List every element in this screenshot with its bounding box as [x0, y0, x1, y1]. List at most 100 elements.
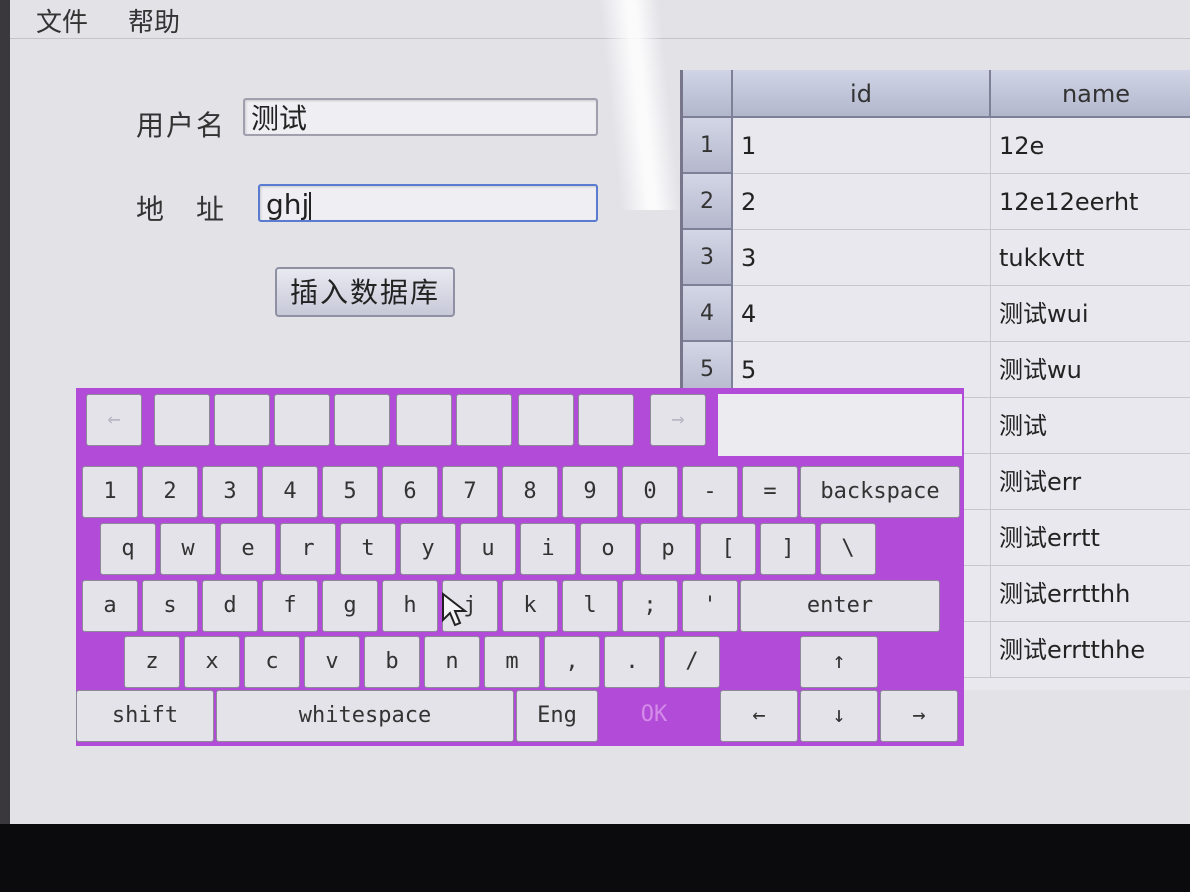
key[interactable]: , [544, 636, 600, 688]
candidate-slot[interactable] [334, 394, 390, 446]
cell-name[interactable]: 测试errtthhe [991, 622, 1190, 678]
app-window: 文件 帮助 用户名 测试 地 址 ghj 插入数据库 id name 1 1 12e… [10, 0, 1190, 824]
cell-name[interactable]: 测试err [991, 454, 1190, 510]
cell-name[interactable]: 测试errtt [991, 510, 1190, 566]
key[interactable]: r [280, 523, 336, 575]
key[interactable]: ; [622, 580, 678, 632]
key[interactable]: f [262, 580, 318, 632]
up-arrow-key[interactable]: ↑ [800, 636, 878, 688]
key[interactable]: c [244, 636, 300, 688]
whitespace-key[interactable]: whitespace [216, 690, 514, 742]
key[interactable]: 0 [622, 466, 678, 518]
candidate-slot[interactable] [396, 394, 452, 446]
cell-name[interactable]: tukkvtt [991, 230, 1190, 286]
candidate-slot[interactable] [274, 394, 330, 446]
key[interactable]: 1 [82, 466, 138, 518]
menu-file[interactable]: 文件 [36, 2, 88, 39]
key[interactable]: \ [820, 523, 876, 575]
row-header[interactable]: 3 [683, 230, 733, 286]
username-field[interactable]: 测试 [243, 98, 598, 136]
key[interactable]: n [424, 636, 480, 688]
address-field-value: ghj [266, 188, 310, 221]
mouse-pointer-icon [442, 592, 468, 627]
shift-key[interactable]: shift [76, 690, 214, 742]
key[interactable]: . [604, 636, 660, 688]
ok-key[interactable]: OK [602, 690, 706, 742]
key[interactable]: z [124, 636, 180, 688]
row-header[interactable]: 2 [683, 174, 733, 230]
candidate-slot[interactable] [518, 394, 574, 446]
key[interactable]: y [400, 523, 456, 575]
cell-name[interactable]: 测试errtthh [991, 566, 1190, 622]
keyboard-preview-area [718, 394, 962, 456]
key[interactable]: ] [760, 523, 816, 575]
address-label: 地 址 [136, 193, 227, 226]
table-corner[interactable] [683, 70, 733, 118]
key[interactable]: o [580, 523, 636, 575]
row-header[interactable]: 4 [683, 286, 733, 342]
candidate-slot[interactable] [578, 394, 634, 446]
backspace-key[interactable]: backspace [800, 466, 960, 518]
left-arrow-key[interactable]: ← [720, 690, 798, 742]
key[interactable]: 9 [562, 466, 618, 518]
cell-name[interactable]: 测试wui [991, 286, 1190, 342]
key[interactable]: 6 [382, 466, 438, 518]
column-header-id[interactable]: id [733, 70, 991, 118]
monitor-bezel [0, 0, 10, 824]
key[interactable]: 7 [442, 466, 498, 518]
key[interactable]: t [340, 523, 396, 575]
key[interactable]: ' [682, 580, 738, 632]
down-arrow-key[interactable]: ↓ [800, 690, 878, 742]
cell-id[interactable]: 1 [733, 118, 991, 174]
column-header-name[interactable]: name [991, 70, 1190, 118]
cell-id[interactable]: 2 [733, 174, 991, 230]
key[interactable]: q [100, 523, 156, 575]
candidate-slot[interactable] [214, 394, 270, 446]
key[interactable]: = [742, 466, 798, 518]
candidate-slot[interactable] [154, 394, 210, 446]
username-label: 用户名 [136, 109, 227, 142]
cell-name[interactable]: 测试 [991, 398, 1190, 454]
key[interactable]: a [82, 580, 138, 632]
virtual-keyboard: ← → 1 2 3 4 5 6 7 8 9 0- = backspace q w e r t y u i o p[] \… [76, 388, 964, 746]
key[interactable]: h [382, 580, 438, 632]
key[interactable]: [ [700, 523, 756, 575]
cell-id[interactable]: 4 [733, 286, 991, 342]
key[interactable]: v [304, 636, 360, 688]
key[interactable]: u [460, 523, 516, 575]
key[interactable]: w [160, 523, 216, 575]
key[interactable]: l [562, 580, 618, 632]
key[interactable]: s [142, 580, 198, 632]
key[interactable]: / [664, 636, 720, 688]
cell-name[interactable]: 12e [991, 118, 1190, 174]
candidate-slot[interactable] [456, 394, 512, 446]
key[interactable]: e [220, 523, 276, 575]
key[interactable]: x [184, 636, 240, 688]
key[interactable]: 3 [202, 466, 258, 518]
key[interactable]: d [202, 580, 258, 632]
key[interactable]: k [502, 580, 558, 632]
right-arrow-key[interactable]: → [880, 690, 958, 742]
cell-name[interactable]: 测试wu [991, 342, 1190, 398]
row-header[interactable]: 1 [683, 118, 733, 174]
key[interactable]: m [484, 636, 540, 688]
key[interactable]: 5 [322, 466, 378, 518]
menu-help[interactable]: 帮助 [128, 2, 180, 39]
enter-key[interactable]: enter [740, 580, 940, 632]
candidate-next-key[interactable]: → [650, 394, 706, 446]
cell-name[interactable]: 12e12eerht [991, 174, 1190, 230]
key[interactable]: - [682, 466, 738, 518]
menu-bar: 文件 帮助 [10, 0, 1190, 39]
cell-id[interactable]: 3 [733, 230, 991, 286]
key[interactable]: p [640, 523, 696, 575]
key[interactable]: b [364, 636, 420, 688]
key[interactable]: 4 [262, 466, 318, 518]
insert-database-button[interactable]: 插入数据库 [275, 267, 455, 317]
address-field[interactable]: ghj [258, 184, 598, 222]
candidate-prev-key[interactable]: ← [86, 394, 142, 446]
key[interactable]: 2 [142, 466, 198, 518]
key[interactable]: g [322, 580, 378, 632]
eng-key[interactable]: Eng [516, 690, 598, 742]
key[interactable]: 8 [502, 466, 558, 518]
key[interactable]: i [520, 523, 576, 575]
